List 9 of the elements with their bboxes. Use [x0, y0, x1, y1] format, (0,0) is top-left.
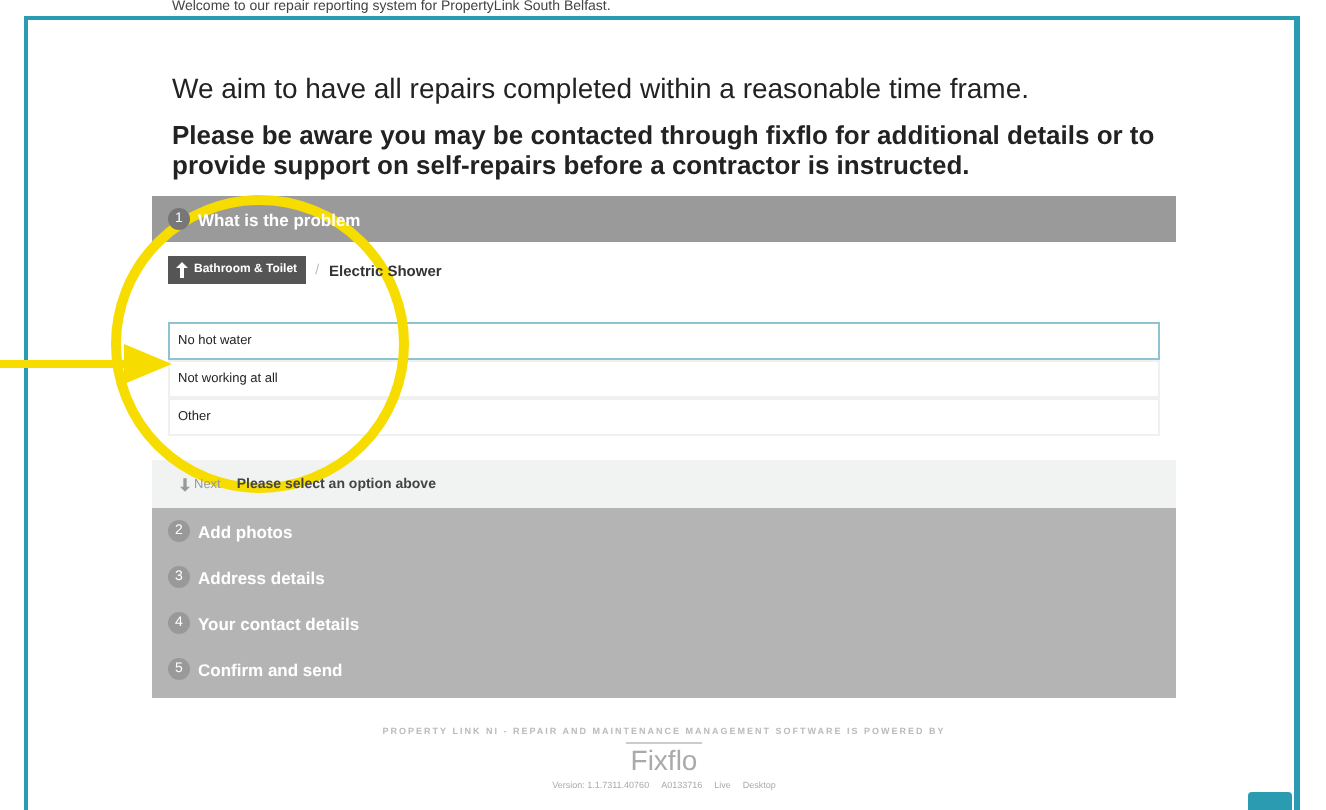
step-title: Address details	[198, 567, 325, 587]
step-title: Add photos	[198, 521, 293, 541]
step-title: Your contact details	[198, 613, 360, 633]
notice-text: We aim to have all repairs completed within a reasonable time frame.	[172, 72, 1031, 104]
up-arrow-icon	[176, 262, 188, 278]
fixflo-logo[interactable]: Fixflo	[626, 742, 702, 776]
warning-text: Please be aware you may be contacted through fixflo for additional details or to provide support on self-repairs before a contractor is instructed.	[172, 120, 1157, 180]
step-title: Confirm and send	[198, 659, 343, 679]
down-arrow-icon	[180, 477, 190, 491]
